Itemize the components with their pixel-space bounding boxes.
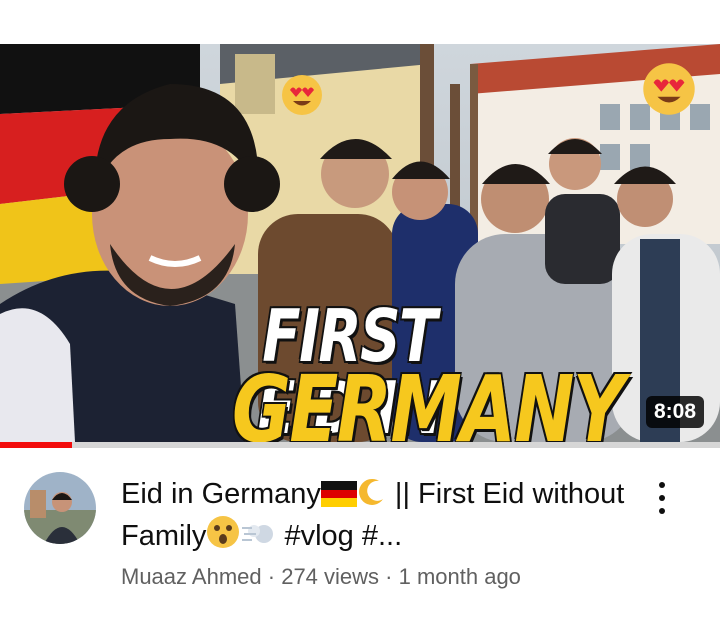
crescent-moon-icon [358, 478, 383, 505]
title-part-3: #vlog #... [276, 520, 403, 552]
view-count: 274 views [281, 564, 380, 589]
video-meta: Muaaz Ahmed · 274 views · 1 month ago [121, 564, 521, 590]
heart-eyes-emoji-icon [282, 75, 322, 115]
meta-separator: · [261, 564, 282, 589]
more-vert-icon[interactable] [644, 474, 680, 522]
video-duration-badge: 8:08 [645, 396, 704, 428]
channel-name[interactable]: Muaaz Ahmed [121, 564, 262, 589]
video-title[interactable]: Eid in Germany || First Eid without Fami… [121, 474, 631, 557]
video-thumbnail[interactable]: FIRST EID IN GERMANY 8:08 [0, 44, 720, 442]
watch-progress-bar [0, 442, 720, 448]
meta-separator: · [379, 564, 399, 589]
watch-progress-fill [0, 442, 72, 448]
german-flag-icon [320, 481, 357, 507]
heart-eyes-emoji-icon [643, 63, 695, 115]
channel-avatar[interactable] [24, 472, 96, 544]
dash-icon [242, 525, 274, 543]
astonished-face-icon [207, 516, 240, 548]
upload-age: 1 month ago [398, 564, 521, 589]
thumbnail-text-line2: GERMANY [232, 356, 625, 443]
title-part-1: Eid in Germany [121, 478, 321, 510]
